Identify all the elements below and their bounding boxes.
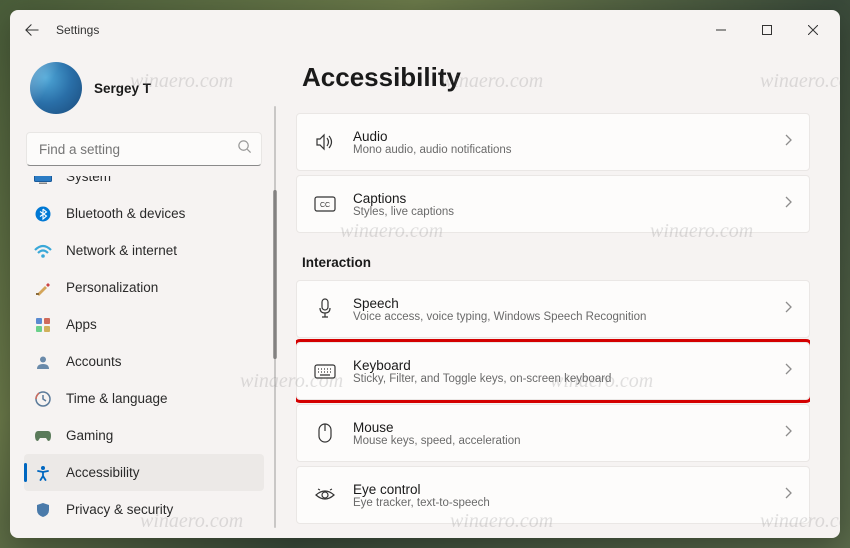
sidebar-item-network[interactable]: Network & internet xyxy=(24,232,264,269)
search-input[interactable] xyxy=(26,132,262,166)
accessibility-icon xyxy=(34,464,52,482)
keyboard-icon xyxy=(313,359,337,383)
sidebar-item-label: Privacy & security xyxy=(66,502,173,517)
profile[interactable]: Sergey T xyxy=(22,50,266,132)
chevron-right-icon xyxy=(785,195,793,213)
search-box xyxy=(26,132,262,166)
minimize-icon xyxy=(716,25,726,35)
section-interaction: Interaction xyxy=(296,237,810,280)
sidebar-item-label: Network & internet xyxy=(66,243,177,258)
system-icon xyxy=(34,176,52,186)
speech-icon xyxy=(313,297,337,321)
privacy-icon xyxy=(34,501,52,519)
sidebar-item-accounts[interactable]: Accounts xyxy=(24,343,264,380)
avatar xyxy=(30,62,82,114)
time-icon xyxy=(34,390,52,408)
svg-text:CC: CC xyxy=(320,202,330,209)
chevron-right-icon xyxy=(785,300,793,318)
sidebar-item-update[interactable]: Windows Update xyxy=(24,528,264,538)
card-title: Audio xyxy=(353,129,785,144)
apps-icon xyxy=(34,316,52,334)
close-button[interactable] xyxy=(790,14,836,46)
sidebar-item-label: Apps xyxy=(66,317,97,332)
card-captions[interactable]: CC Captions Styles, live captions xyxy=(296,175,810,233)
scrollbar[interactable] xyxy=(274,106,276,528)
scrollbar-thumb[interactable] xyxy=(273,190,277,359)
window-controls xyxy=(698,14,836,46)
sidebar-item-label: Bluetooth & devices xyxy=(66,206,185,221)
sidebar: Sergey T System Bluetooth & devices xyxy=(10,50,278,538)
bluetooth-icon xyxy=(34,205,52,223)
card-sub: Mono audio, audio notifications xyxy=(353,144,785,156)
card-audio[interactable]: Audio Mono audio, audio notifications xyxy=(296,113,810,171)
sidebar-item-bluetooth[interactable]: Bluetooth & devices xyxy=(24,195,264,232)
chevron-right-icon xyxy=(785,133,793,151)
sidebar-item-label: Time & language xyxy=(66,391,168,406)
card-sub: Mouse keys, speed, acceleration xyxy=(353,435,785,447)
sidebar-item-label: Accessibility xyxy=(66,465,140,480)
minimize-button[interactable] xyxy=(698,14,744,46)
titlebar: Settings xyxy=(10,10,840,50)
window-title: Settings xyxy=(56,23,99,37)
sidebar-item-apps[interactable]: Apps xyxy=(24,306,264,343)
gaming-icon xyxy=(34,427,52,445)
card-title: Mouse xyxy=(353,420,785,435)
accounts-icon xyxy=(34,353,52,371)
sidebar-item-personalization[interactable]: Personalization xyxy=(24,269,264,306)
eye-icon xyxy=(313,483,337,507)
sidebar-item-label: Gaming xyxy=(66,428,113,443)
chevron-right-icon xyxy=(785,486,793,504)
main-content: Accessibility Audio Mono audio, audio no… xyxy=(278,50,840,538)
card-sub: Sticky, Filter, and Toggle keys, on-scre… xyxy=(353,373,785,385)
card-speech[interactable]: Speech Voice access, voice typing, Windo… xyxy=(296,280,810,338)
sidebar-item-privacy[interactable]: Privacy & security xyxy=(24,491,264,528)
close-icon xyxy=(808,25,818,35)
card-title: Captions xyxy=(353,191,785,206)
card-sub: Voice access, voice typing, Windows Spee… xyxy=(353,311,785,323)
back-arrow-icon xyxy=(25,23,39,37)
profile-name: Sergey T xyxy=(94,81,151,96)
sidebar-item-time[interactable]: Time & language xyxy=(24,380,264,417)
chevron-right-icon xyxy=(785,424,793,442)
sidebar-item-accessibility[interactable]: Accessibility xyxy=(24,454,264,491)
card-title: Keyboard xyxy=(353,358,785,373)
nav: System Bluetooth & devices Network & int… xyxy=(22,176,266,538)
page-title: Accessibility xyxy=(296,50,810,113)
maximize-button[interactable] xyxy=(744,14,790,46)
card-mouse[interactable]: Mouse Mouse keys, speed, acceleration xyxy=(296,404,810,462)
card-title: Speech xyxy=(353,296,785,311)
sidebar-item-gaming[interactable]: Gaming xyxy=(24,417,264,454)
captions-icon: CC xyxy=(313,192,337,216)
network-icon xyxy=(34,242,52,260)
maximize-icon xyxy=(762,25,772,35)
sidebar-item-label: Personalization xyxy=(66,280,158,295)
sidebar-item-system[interactable]: System xyxy=(24,176,264,195)
sidebar-item-label: System xyxy=(66,176,111,184)
back-button[interactable] xyxy=(14,12,50,48)
mouse-icon xyxy=(313,421,337,445)
chevron-right-icon xyxy=(785,362,793,380)
card-sub: Styles, live captions xyxy=(353,206,785,218)
settings-window: Settings Sergey T Syst xyxy=(10,10,840,538)
window-body: Sergey T System Bluetooth & devices xyxy=(10,50,840,538)
card-keyboard[interactable]: Keyboard Sticky, Filter, and Toggle keys… xyxy=(296,342,810,400)
card-sub: Eye tracker, text-to-speech xyxy=(353,497,785,509)
content: Audio Mono audio, audio notifications CC… xyxy=(296,113,810,538)
audio-icon xyxy=(313,130,337,154)
sidebar-item-label: Accounts xyxy=(66,354,122,369)
search-icon xyxy=(237,139,252,159)
card-title: Eye control xyxy=(353,482,785,497)
card-eye[interactable]: Eye control Eye tracker, text-to-speech xyxy=(296,466,810,524)
update-icon xyxy=(34,538,52,539)
personalization-icon xyxy=(34,279,52,297)
